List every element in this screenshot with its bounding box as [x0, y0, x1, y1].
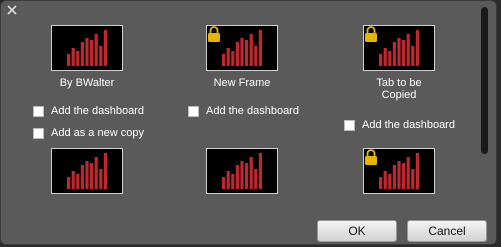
dashboard-tile: By BWalter: [17, 25, 157, 89]
thumbnail-bar: [388, 174, 392, 189]
dashboard-tile: [172, 148, 312, 194]
thumbnail-bar: [80, 165, 84, 189]
checkbox-label: Add the dashboard: [362, 119, 455, 131]
thumbnail-bar: [67, 54, 71, 66]
thumbnail-bar: [103, 153, 107, 189]
thumbnail-bar: [249, 34, 253, 66]
add-as-new-copy-option[interactable]: Add as a new copy: [33, 127, 144, 139]
thumbnail-bar: [411, 169, 415, 189]
thumbnail-bar: [402, 163, 406, 189]
checkbox[interactable]: [344, 119, 355, 131]
thumbnail-bar: [392, 42, 396, 66]
thumbnail-bar: [99, 169, 103, 189]
thumbnail-bar: [388, 51, 392, 66]
ok-button[interactable]: OK: [317, 220, 397, 242]
bar-chart-icon: [67, 153, 107, 189]
vertical-scrollbar[interactable]: [480, 7, 489, 207]
thumbnail-bar: [90, 40, 94, 66]
lock-icon: [365, 26, 377, 42]
dashboard-tile: [329, 148, 469, 194]
thumbnail-bar: [254, 46, 258, 66]
dashboard-tile: [17, 148, 157, 194]
dashboard-thumbnail[interactable]: [51, 25, 123, 71]
thumbnail-bar: [103, 30, 107, 66]
thumbnail-bar: [379, 177, 383, 189]
thumbnail-bar: [76, 174, 80, 189]
thumbnail-bar: [240, 161, 244, 189]
dashboard-tile: New Frame: [172, 25, 312, 89]
thumbnail-bar: [99, 46, 103, 66]
scrollbar-thumb[interactable]: [481, 7, 488, 154]
dashboard-thumbnail[interactable]: [206, 148, 278, 194]
lock-icon: [208, 26, 220, 42]
thumbnail-bar: [379, 54, 383, 66]
thumbnail-bar: [231, 174, 235, 189]
thumbnail-bar: [254, 169, 258, 189]
thumbnail-bar: [85, 161, 89, 189]
thumbnail-bar: [415, 153, 419, 189]
dashboard-thumbnail[interactable]: [206, 25, 278, 71]
cancel-button[interactable]: Cancel: [407, 220, 487, 242]
thumbnail-bar: [383, 171, 387, 189]
thumbnail-bar: [258, 153, 262, 189]
checkbox-label: Add the dashboard: [51, 105, 144, 117]
thumbnail-bar: [240, 38, 244, 66]
dashboard-name: Tab to be Copied: [376, 77, 422, 101]
thumbnail-bar: [94, 34, 98, 66]
thumbnail-bar: [406, 34, 410, 66]
thumbnail-bar: [222, 54, 226, 66]
thumbnail-bar: [245, 40, 249, 66]
checkbox-label: Add as a new copy: [51, 127, 144, 139]
thumbnail-bar: [226, 171, 230, 189]
dashboard-name: By BWalter: [59, 77, 115, 89]
thumbnail-bar: [222, 177, 226, 189]
thumbnail-bar: [411, 46, 415, 66]
thumbnail-bar: [383, 48, 387, 66]
thumbnail-bar: [397, 161, 401, 189]
thumbnail-bar: [71, 171, 75, 189]
close-icon[interactable]: [4, 2, 20, 18]
thumbnail-bar: [226, 48, 230, 66]
add-dashboard-option[interactable]: Add the dashboard: [33, 105, 144, 117]
thumbnail-bar: [80, 42, 84, 66]
bar-chart-icon: [67, 30, 107, 66]
thumbnail-bar: [249, 157, 253, 189]
thumbnail-bar: [402, 40, 406, 66]
thumbnail-bar: [71, 48, 75, 66]
thumbnail-bar: [90, 163, 94, 189]
checkbox-label: Add the dashboard: [206, 105, 299, 117]
thumbnail-bar: [397, 38, 401, 66]
checkbox[interactable]: [33, 127, 44, 139]
checkbox[interactable]: [188, 105, 199, 117]
dashboard-name: New Frame: [213, 77, 271, 89]
thumbnail-bar: [235, 42, 239, 66]
dashboard-tile: Tab to be Copied: [329, 25, 469, 101]
dashboard-thumbnail[interactable]: [363, 25, 435, 71]
thumbnail-bar: [94, 157, 98, 189]
add-dashboard-option[interactable]: Add the dashboard: [188, 105, 299, 117]
select-dashboard-dialog: By BWalter New Frame Tab to be Copied Ad…: [0, 0, 497, 245]
thumbnail-bar: [231, 51, 235, 66]
thumbnail-bar: [415, 30, 419, 66]
dashboard-grid: By BWalter New Frame Tab to be Copied Ad…: [17, 21, 475, 207]
thumbnail-bar: [245, 163, 249, 189]
thumbnail-bar: [85, 38, 89, 66]
dashboard-thumbnail[interactable]: [51, 148, 123, 194]
thumbnail-bar: [76, 51, 80, 66]
checkbox[interactable]: [33, 105, 44, 117]
dashboard-thumbnail[interactable]: [363, 148, 435, 194]
thumbnail-bar: [392, 165, 396, 189]
bar-chart-icon: [222, 153, 262, 189]
add-dashboard-option[interactable]: Add the dashboard: [344, 119, 455, 131]
thumbnail-bar: [67, 177, 71, 189]
thumbnail-bar: [406, 157, 410, 189]
lock-icon: [365, 149, 377, 165]
thumbnail-bar: [258, 30, 262, 66]
thumbnail-bar: [235, 165, 239, 189]
